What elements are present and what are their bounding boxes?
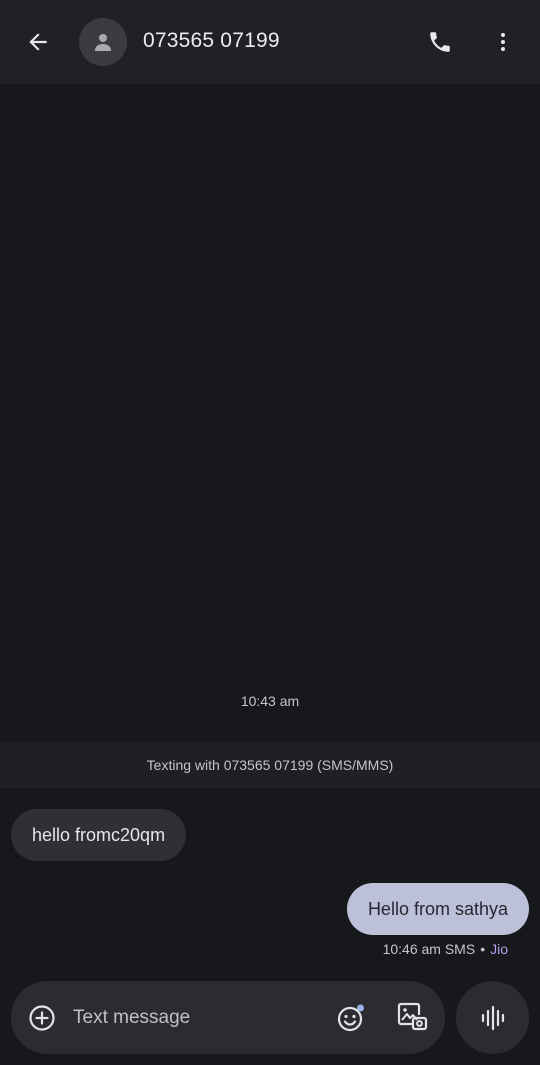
message-time: 10:46 am <box>382 941 441 957</box>
add-attachment-button[interactable] <box>27 1003 57 1033</box>
carrier-label: Jio <box>490 941 508 957</box>
contact-name[interactable]: 073565 07199 <box>143 29 280 53</box>
person-icon <box>95 34 111 51</box>
gallery-button[interactable] <box>395 1000 429 1034</box>
more-options-button[interactable] <box>483 22 523 62</box>
add-circle-icon <box>29 1005 55 1031</box>
arrow-back-icon <box>29 33 47 51</box>
voice-waveform-icon <box>481 1005 504 1030</box>
call-button[interactable] <box>420 22 460 62</box>
texting-banner: Texting with 073565 07199 (SMS/MMS) <box>0 742 540 788</box>
back-button[interactable] <box>18 24 58 60</box>
avatar[interactable] <box>79 18 127 66</box>
message-input[interactable] <box>73 1003 313 1033</box>
conversation-timestamp: 10:43 am <box>240 693 300 709</box>
message-type: SMS <box>444 941 476 957</box>
top-app-bar: 073565 07199 <box>0 0 540 84</box>
meta-separator: • <box>480 941 486 957</box>
gallery-icon <box>397 1002 428 1031</box>
outgoing-message-bubble[interactable]: Hello from sathya <box>346 883 529 935</box>
emoji-icon <box>337 1004 364 1032</box>
voice-message-button[interactable] <box>456 981 529 1054</box>
more-vert-icon <box>501 33 505 51</box>
message-status: 10:46 am SMS • Jio <box>383 941 508 957</box>
emoji-button[interactable] <box>335 1002 367 1034</box>
incoming-message-bubble[interactable]: hello fromc20qm <box>11 809 187 861</box>
phone-icon <box>430 32 450 52</box>
conversation-screen: 073565 07199 10:43 am Texting with 07356… <box>0 0 540 1065</box>
message-composer <box>11 981 445 1054</box>
